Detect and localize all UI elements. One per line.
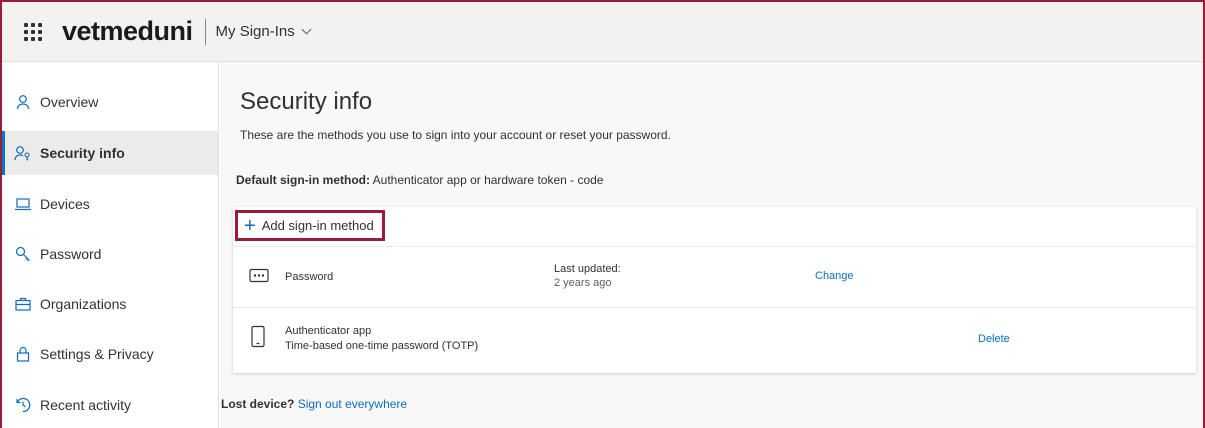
sidebar-item-label: Password (40, 246, 102, 262)
history-icon (14, 396, 32, 414)
plus-icon: + (244, 214, 256, 237)
method-row-password: Password Last updated: 2 years ago Chang… (233, 248, 1196, 308)
sidebar-item-overview[interactable]: Overview (2, 80, 218, 124)
laptop-icon (14, 195, 32, 213)
sign-out-everywhere-link[interactable]: Sign out everywhere (298, 397, 407, 411)
default-sign-in-method: Default sign-in method: Authenticator ap… (236, 173, 603, 187)
phone-icon (251, 325, 265, 353)
last-updated: Last updated: 2 years ago (554, 262, 621, 290)
methods-card: + Add sign-in method Password Last updat… (233, 207, 1196, 373)
delete-authenticator-link[interactable]: Delete (978, 333, 1010, 345)
top-header: vetmeduni My Sign-Ins (2, 2, 1203, 62)
sidebar-item-security-info[interactable]: Security info (2, 131, 218, 175)
page-title: Security info (240, 88, 373, 115)
sidebar-item-label: Devices (40, 196, 90, 212)
lost-device-line: Lost device? Sign out everywhere (221, 397, 407, 411)
add-sign-in-method-button[interactable]: + Add sign-in method (235, 210, 385, 241)
method-name: Authenticator app (285, 325, 372, 337)
method-row-authenticator: Authenticator app Time-based one-time pa… (233, 309, 1196, 369)
main-content: Security info These are the methods you … (220, 62, 1203, 428)
app-launcher-icon[interactable] (24, 22, 42, 41)
sidebar-item-label: Settings & Privacy (40, 346, 154, 362)
add-method-row: + Add sign-in method (233, 207, 1196, 247)
add-method-label: Add sign-in method (261, 218, 374, 233)
briefcase-icon (14, 295, 32, 313)
sidebar-item-password[interactable]: Password (2, 232, 218, 276)
sidebar-item-devices[interactable]: Devices (2, 182, 218, 226)
change-password-link[interactable]: Change (815, 270, 854, 282)
last-updated-value: 2 years ago (554, 277, 612, 289)
sidebar-item-label: Overview (40, 94, 99, 110)
last-updated-label: Last updated: (554, 263, 621, 275)
method-name: Password (285, 271, 334, 283)
person-icon (14, 93, 32, 111)
person-key-icon (14, 144, 32, 162)
chevron-down-icon (301, 24, 312, 35)
sidebar-item-label: Security info (40, 145, 125, 161)
app-name: My Sign-Ins (215, 23, 295, 40)
page-description: These are the methods you use to sign in… (240, 128, 671, 142)
default-method-value: Authenticator app or hardware token - co… (370, 173, 604, 187)
app-switcher[interactable]: My Sign-Ins (215, 23, 312, 40)
brand-logo: vetmeduni (62, 16, 193, 46)
sidebar: Overview Security info Devices Password … (2, 62, 219, 428)
key-icon (14, 245, 32, 263)
header-divider (204, 18, 206, 45)
lost-device-label: Lost device? (221, 397, 295, 411)
method-subtitle: Time-based one-time password (TOTP) (285, 340, 479, 352)
sidebar-item-settings-privacy[interactable]: Settings & Privacy (2, 332, 218, 376)
lock-icon (14, 345, 32, 363)
default-method-label: Default sign-in method: (236, 173, 370, 187)
sidebar-item-label: Organizations (40, 296, 127, 312)
sidebar-item-label: Recent activity (40, 397, 132, 413)
sidebar-item-recent-activity[interactable]: Recent activity (2, 383, 218, 427)
password-dots-icon (249, 268, 269, 287)
sidebar-item-organizations[interactable]: Organizations (2, 282, 218, 326)
